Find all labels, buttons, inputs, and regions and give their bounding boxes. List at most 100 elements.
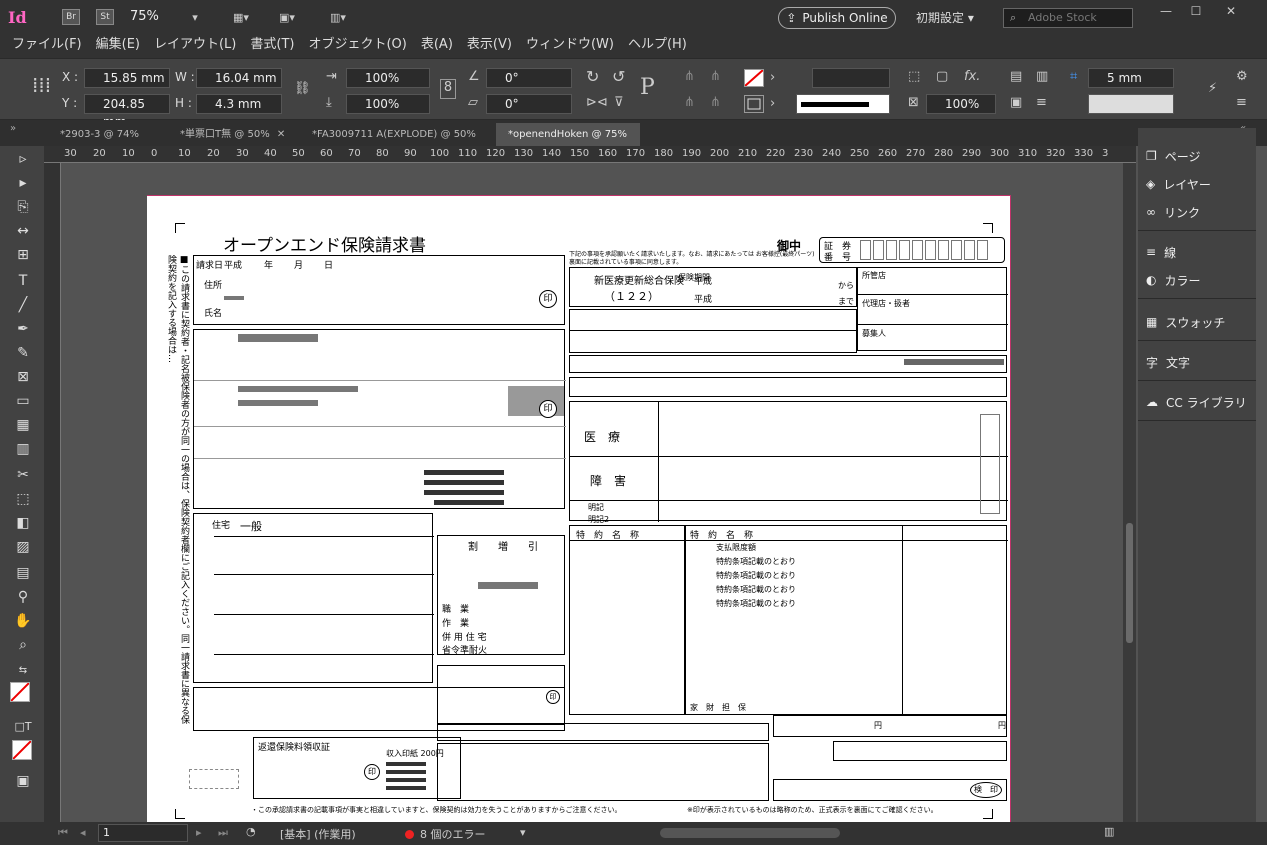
- rotate-cw-icon[interactable]: ↻: [586, 67, 599, 86]
- flip-horizontal-icon[interactable]: ⊳⊲: [586, 95, 608, 110]
- constrain-scale-icon[interactable]: 8: [440, 79, 456, 99]
- flip-vertical-icon[interactable]: ⊽: [614, 95, 624, 110]
- free-transform-tool-icon[interactable]: ⬚: [12, 488, 34, 510]
- wrap-jump-icon[interactable]: ≡: [1036, 95, 1047, 110]
- page-number-field[interactable]: 1: [98, 824, 188, 842]
- menu-edit[interactable]: 編集(E): [96, 34, 140, 58]
- scale-y-field[interactable]: 100%: [346, 94, 430, 114]
- stroke-menu-icon[interactable]: ›: [770, 96, 775, 111]
- scale-x-field[interactable]: 100%: [346, 68, 430, 88]
- shadow-icon[interactable]: ▢: [936, 69, 948, 84]
- type-tool-icon[interactable]: T: [12, 270, 34, 292]
- menu-help[interactable]: ヘルプ(H): [628, 34, 687, 58]
- select-container-icon[interactable]: ⋔: [684, 69, 695, 84]
- zoom-dropdown-icon[interactable]: ▾: [188, 7, 202, 27]
- stroke-swatch[interactable]: [744, 95, 764, 113]
- frame-fitting-icon[interactable]: ⬚: [908, 69, 920, 84]
- workspace-switcher[interactable]: 初期設定 ▾: [916, 9, 974, 26]
- grid-tool-icon[interactable]: ▥: [12, 438, 34, 460]
- menu-type[interactable]: 書式(T): [250, 34, 294, 58]
- panel-cc-libraries[interactable]: ☁ CC ライブラリ: [1146, 390, 1254, 414]
- settings-gear-icon[interactable]: ⚙: [1236, 69, 1248, 84]
- select-previous-icon[interactable]: ⋔: [684, 95, 695, 110]
- first-page-icon[interactable]: ⏮: [58, 826, 68, 840]
- panel-toggle-icon[interactable]: ▥: [1104, 825, 1114, 838]
- line-tool-icon[interactable]: ╱: [12, 294, 34, 316]
- panel-pages[interactable]: ❐ ページ: [1146, 144, 1254, 168]
- note-tool-icon[interactable]: ▤: [12, 562, 34, 584]
- gradient-swatch-tool-icon[interactable]: ◧: [12, 512, 34, 534]
- zoom-level[interactable]: 75%: [130, 9, 159, 24]
- fill-dropdown[interactable]: [812, 68, 890, 88]
- close-icon[interactable]: ✕: [1215, 4, 1247, 22]
- error-menu-icon[interactable]: ▾: [520, 826, 526, 839]
- scissors-tool-icon[interactable]: ✂: [12, 464, 34, 486]
- gradient-feather-tool-icon[interactable]: ▨: [12, 536, 34, 558]
- arrange-documents-icon[interactable]: ▥▾: [320, 7, 356, 27]
- adobe-stock-search[interactable]: Adobe Stock: [1003, 8, 1133, 28]
- rotate-ccw-icon[interactable]: ↺: [612, 67, 625, 86]
- screen-mode-normal-icon[interactable]: ▣: [12, 770, 34, 792]
- horizontal-scrollbar[interactable]: [660, 828, 840, 838]
- shear-field[interactable]: 0°: [486, 94, 572, 114]
- maximize-icon[interactable]: ☐: [1180, 4, 1212, 22]
- last-page-icon[interactable]: ⏭: [218, 826, 228, 840]
- menu-view[interactable]: 表示(V): [467, 34, 512, 58]
- opacity-field[interactable]: 100%: [926, 94, 996, 114]
- selection-tool-icon[interactable]: ▹: [12, 148, 34, 170]
- wrap-around-icon[interactable]: ▥: [1036, 69, 1048, 84]
- tab-openendhoken[interactable]: *openendHoken @ 75% ✕: [496, 123, 640, 163]
- menu-window[interactable]: ウィンドウ(W): [526, 34, 614, 58]
- tab-fa3009711[interactable]: *FA3009711 A(EXPLODE) @ 50% ✕: [300, 123, 490, 163]
- swap-fill-stroke-icon[interactable]: ⇆: [12, 660, 34, 682]
- text-frame-p-icon[interactable]: P: [640, 75, 655, 100]
- h-field[interactable]: 4.3 mm: [196, 94, 282, 114]
- menu-layout[interactable]: レイアウト(L): [154, 34, 236, 58]
- table-tool-icon[interactable]: ▦: [12, 414, 34, 436]
- fill-menu-icon[interactable]: ›: [770, 70, 775, 85]
- gap-tool-icon[interactable]: ↔: [12, 220, 34, 242]
- publish-online-button[interactable]: ⇪ Publish Online: [778, 7, 896, 29]
- next-page-icon[interactable]: ▸: [196, 826, 202, 839]
- panel-color[interactable]: ◐ カラー: [1146, 268, 1254, 292]
- close-icon[interactable]: ✕: [277, 129, 285, 140]
- w-field[interactable]: 16.04 mm: [196, 68, 282, 88]
- direct-selection-tool-icon[interactable]: ▸: [12, 172, 34, 194]
- menu-file[interactable]: ファイル(F): [12, 34, 82, 58]
- formatting-affects-container-icon[interactable]: □T: [12, 716, 34, 738]
- page-tool-icon[interactable]: ⎘: [12, 196, 34, 218]
- fill-none-swatch[interactable]: [744, 69, 764, 87]
- indesign-app-icon[interactable]: Id: [8, 8, 34, 28]
- apply-none-icon[interactable]: [12, 740, 32, 760]
- pencil-tool-icon[interactable]: ✎: [12, 342, 34, 364]
- collapse-icon[interactable]: »: [10, 123, 16, 134]
- reference-point-icon[interactable]: ⁞⁞⁞: [32, 73, 51, 97]
- scrollbar-thumb[interactable]: [1126, 523, 1133, 643]
- eyedropper-tool-icon[interactable]: ⚲: [12, 586, 34, 608]
- style-dropdown[interactable]: [1088, 94, 1174, 114]
- hand-tool-icon[interactable]: ✋: [12, 610, 34, 632]
- screen-mode-icon[interactable]: ▣▾: [272, 7, 302, 27]
- stock-icon[interactable]: St: [96, 9, 114, 25]
- panel-links[interactable]: ∞ リンク: [1146, 200, 1254, 224]
- select-content-icon[interactable]: ⋔: [710, 69, 721, 84]
- vertical-scrollbar[interactable]: [1123, 163, 1136, 822]
- view-options-icon[interactable]: ▦▾: [226, 7, 256, 27]
- constrain-proportions-icon[interactable]: ⛓: [294, 81, 311, 96]
- panel-stroke[interactable]: ≡ 線: [1146, 240, 1254, 264]
- quick-apply-icon[interactable]: ⚡: [1208, 81, 1217, 96]
- y-field[interactable]: 204.85 mm: [84, 94, 170, 129]
- preflight-profile[interactable]: [基本] (作業用): [280, 826, 356, 842]
- rectangle-tool-icon[interactable]: ▭: [12, 390, 34, 412]
- content-collector-icon[interactable]: ⊞: [12, 244, 34, 266]
- rotate-field[interactable]: 0°: [486, 68, 572, 88]
- prev-page-icon[interactable]: ◂: [80, 826, 86, 839]
- panel-menu-icon[interactable]: ≡: [1236, 95, 1247, 110]
- document-page[interactable]: オープンエンド保険請求書 御中 証 券 番 号 ■この請求書に契約者・記名被保険…: [147, 195, 1011, 822]
- text-wrap-icon[interactable]: ▤: [1010, 69, 1022, 84]
- error-count[interactable]: 8 個のエラー: [420, 826, 486, 842]
- panel-character[interactable]: 字文字: [1146, 350, 1254, 374]
- stroke-type-dropdown[interactable]: [796, 94, 890, 114]
- panel-swatches[interactable]: ▦ スウォッチ: [1146, 310, 1254, 334]
- menu-table[interactable]: 表(A): [421, 34, 453, 58]
